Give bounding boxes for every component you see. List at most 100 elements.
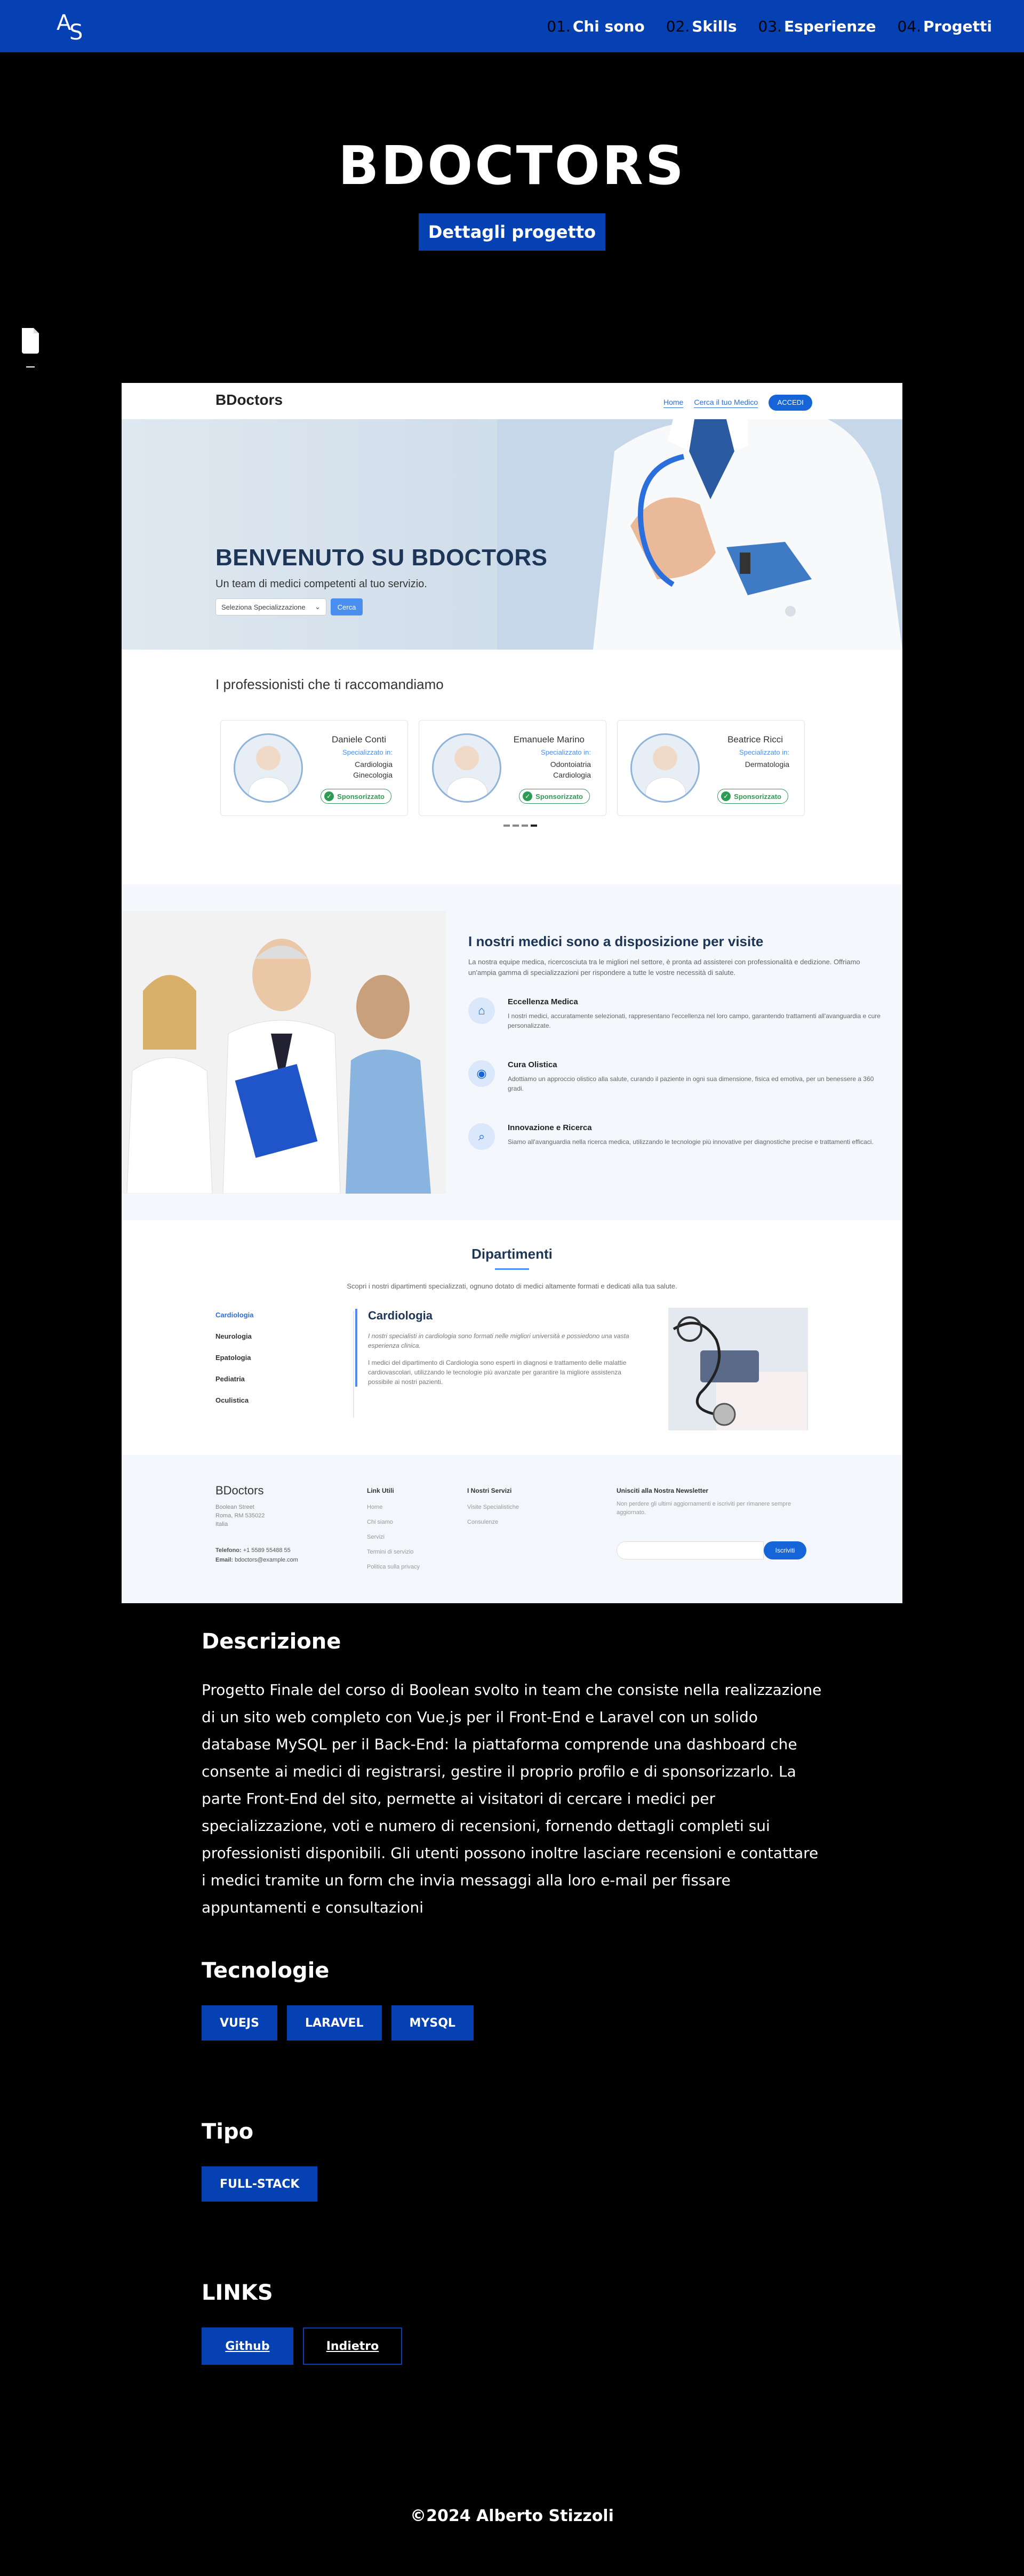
doctor-spec: Ginecologia bbox=[353, 771, 393, 779]
description-section: Descrizione Progetto Finale del corso di… bbox=[202, 1629, 822, 1921]
doctor-spec: Dermatologia bbox=[745, 760, 789, 769]
address-line: Boolean Street bbox=[215, 1504, 254, 1510]
github-button[interactable]: Github bbox=[202, 2327, 293, 2365]
feature-title: Cura Olistica bbox=[508, 1060, 557, 1069]
dept-content-text: I medici del dipartimento di Cardiologia… bbox=[368, 1359, 627, 1386]
nav-link-progetti[interactable]: 04. Progetti bbox=[898, 18, 993, 35]
technology-tags: VUEJS LARAVEL MYSQL bbox=[202, 2005, 822, 2041]
sponsored-badge: ✓ Sponsorizzato bbox=[519, 789, 590, 804]
carousel-indicators bbox=[503, 825, 537, 827]
preview-brand: BDoctors bbox=[215, 391, 283, 408]
description-title: Descrizione bbox=[202, 1629, 341, 1654]
technologies-section: Tecnologie VUEJS LARAVEL MYSQL bbox=[202, 1958, 822, 2041]
doctor-spec-label: Specializzato in: bbox=[739, 748, 789, 756]
check-icon: ✓ bbox=[324, 791, 334, 801]
project-details-button[interactable]: Dettagli progetto bbox=[419, 213, 605, 251]
links-section: LINKS Github Indietro bbox=[202, 2281, 822, 2365]
footer-link: Chi siamo bbox=[367, 1519, 393, 1525]
doctor-name: Daniele Conti bbox=[331, 734, 386, 745]
nav-label: Chi sono bbox=[572, 17, 645, 35]
feature-text: Siamo all'avanguardia nella ricerca medi… bbox=[508, 1138, 874, 1146]
eye-icon: ◉ bbox=[468, 1060, 495, 1087]
dept-tab: Neurologia bbox=[215, 1332, 252, 1340]
feature-title: Innovazione e Ricerca bbox=[508, 1123, 592, 1132]
preview-recommend-title: I professionisti che ti raccomandiamo bbox=[215, 676, 444, 692]
preview-nav-cerca: Cerca il tuo Medico bbox=[694, 398, 758, 408]
badge-label: Sponsorizzato bbox=[535, 792, 583, 801]
check-icon: ✓ bbox=[523, 791, 533, 801]
phone-label: Telefono: bbox=[215, 1547, 242, 1554]
file-icon[interactable] bbox=[20, 327, 41, 367]
preview-footer-links: Link Utili Home Chi siamo Servizi Termin… bbox=[367, 1485, 420, 1574]
footer-link: Servizi bbox=[367, 1534, 385, 1540]
technologies-title: Tecnologie bbox=[202, 1958, 330, 1983]
nav-link-skills[interactable]: 02. Skills bbox=[666, 18, 737, 35]
preview-doctor-card: Emanuele Marino Specializzato in: Odonto… bbox=[419, 720, 606, 816]
preview-footer-brand: BDoctors bbox=[215, 1484, 264, 1497]
main-nav: 01. Chi sono 02. Skills 03. Esperienze 04. P… bbox=[547, 18, 992, 35]
preview-search-button: Cerca bbox=[331, 598, 363, 615]
tech-tag-laravel: LARAVEL bbox=[286, 2005, 382, 2041]
type-tags: FULL-STACK bbox=[202, 2166, 822, 2202]
back-button[interactable]: Indietro bbox=[303, 2327, 402, 2365]
preview-dept-content: Cardiologia I nostri specialisti in card… bbox=[355, 1309, 643, 1387]
project-preview-screenshot: BDoctors Home Cerca il tuo Medico ACCEDI… bbox=[122, 383, 902, 1603]
preview-footer-contact: Telefono: +1 5589 55488 55 Email: bdocto… bbox=[215, 1546, 298, 1565]
nav-number: 04. bbox=[897, 17, 922, 35]
nav-number: 01. bbox=[547, 17, 571, 35]
newsletter-text: Non perdere gli ultimi aggiornamenti e i… bbox=[617, 1501, 791, 1516]
logo[interactable]: A S bbox=[53, 7, 91, 45]
top-navbar: A S 01. Chi sono 02. Skills 03. Esperienze … bbox=[0, 0, 1024, 52]
nav-label: Esperienze bbox=[784, 17, 876, 35]
preview-doctor-card: Daniele Conti Specializzato in: Cardiolo… bbox=[220, 720, 408, 816]
doctor-spec: Cardiologia bbox=[553, 771, 591, 779]
doctor-name: Emanuele Marino bbox=[513, 734, 585, 745]
preview-doctor-cards: Daniele Conti Specializzato in: Cardiolo… bbox=[220, 720, 805, 816]
doctor-avatar bbox=[234, 733, 303, 803]
preview-footer-services: I Nostri Servizi Visite Specialistiche C… bbox=[467, 1485, 519, 1530]
sponsored-badge: ✓ Sponsorizzato bbox=[321, 789, 391, 804]
newsletter-button: Iscriviti bbox=[764, 1541, 806, 1559]
preview-hero-subtitle: Un team di medici competenti al tuo serv… bbox=[215, 578, 427, 590]
check-icon: ✓ bbox=[721, 791, 731, 801]
preview-hero: BENVENUTO SU BDOCTORS Un team di medici … bbox=[122, 419, 902, 650]
footer-link: Termini di servizio bbox=[367, 1549, 414, 1555]
preview-footer-address: Boolean Street Roma, RM 535022 Italia bbox=[215, 1503, 265, 1529]
footer-link: Politica sulla privacy bbox=[367, 1564, 420, 1570]
doctor-spec: Odontoiatria bbox=[550, 760, 591, 769]
nav-label: Progetti bbox=[923, 17, 992, 35]
doctors-team-image bbox=[122, 911, 446, 1194]
dept-tab: Epatologia bbox=[215, 1354, 251, 1362]
nav-number: 02. bbox=[666, 17, 690, 35]
doctor-specs: Odontoiatria Cardiologia bbox=[550, 759, 591, 780]
dept-content-italic: I nostri specialisti in cardiologia sono… bbox=[368, 1332, 629, 1349]
nav-number: 03. bbox=[758, 17, 782, 35]
newsletter-input bbox=[617, 1541, 764, 1559]
preview-footer: BDoctors Boolean Street Roma, RM 535022 … bbox=[122, 1455, 902, 1603]
project-title: BDOCTORS bbox=[338, 134, 686, 197]
footer-col-title: I Nostri Servizi bbox=[467, 1487, 512, 1494]
title-underline bbox=[495, 1268, 529, 1270]
doctor-spec-label: Specializzato in: bbox=[541, 748, 591, 756]
type-title: Tipo bbox=[202, 2119, 254, 2144]
tech-tag-vuejs: VUEJS bbox=[202, 2005, 277, 2041]
email-value: bdoctors@example.com bbox=[235, 1557, 298, 1563]
preview-doctors-section: I nostri medici sono a disposizione per … bbox=[122, 884, 902, 1220]
dept-content-title: Cardiologia bbox=[368, 1309, 433, 1322]
preview-dept-tabs: Cardiologia Neurologia Epatologia Pediat… bbox=[215, 1311, 354, 1418]
preview-footer-newsletter: Unisciti alla Nostra Newsletter Non perd… bbox=[617, 1485, 798, 1517]
preview-nav-links: Home Cerca il tuo Medico ACCEDI bbox=[663, 395, 813, 411]
dept-tab: Cardiologia bbox=[215, 1311, 254, 1319]
page-footer: ©2024 Alberto Stizzoli bbox=[410, 2507, 614, 2525]
preview-nav-accedi: ACCEDI bbox=[769, 395, 813, 411]
home-icon: ⌂ bbox=[468, 997, 495, 1024]
nav-link-chi-sono[interactable]: 01. Chi sono bbox=[547, 18, 644, 35]
doctor-avatar bbox=[432, 733, 501, 803]
nav-link-esperienze[interactable]: 03. Esperienze bbox=[758, 18, 876, 35]
email-label: Email: bbox=[215, 1557, 234, 1563]
preview-navbar: BDoctors Home Cerca il tuo Medico ACCEDI bbox=[122, 383, 902, 419]
search-icon: ⌕ bbox=[468, 1123, 495, 1150]
description-text: Progetto Finale del corso di Boolean svo… bbox=[202, 1681, 822, 1916]
doctor-specs: Dermatologia bbox=[745, 759, 789, 770]
link-buttons: Github Indietro bbox=[202, 2327, 822, 2365]
